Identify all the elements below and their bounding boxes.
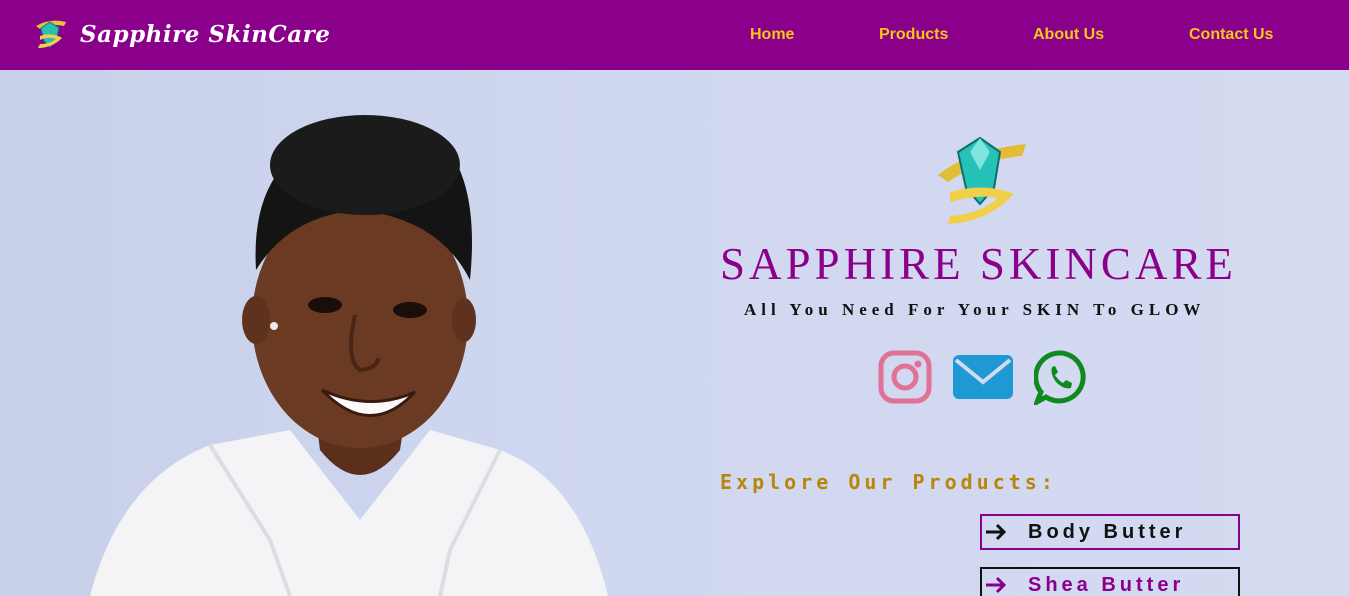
mail-icon[interactable]: [952, 354, 1014, 400]
sapphire-gem-ribbon-icon: [36, 20, 66, 48]
arrow-right-icon: [986, 576, 1007, 594]
explore-products-label: Explore Our Products:: [720, 470, 1057, 494]
body-butter-button[interactable]: Body Butter: [980, 514, 1240, 550]
whatsapp-icon[interactable]: [1034, 350, 1089, 405]
shea-butter-button[interactable]: Shea Butter: [980, 567, 1240, 596]
brand[interactable]: Sapphire SkinCare: [30, 14, 330, 54]
nav-contact-us-link[interactable]: Contact Us: [1189, 26, 1273, 44]
instagram-icon[interactable]: [878, 350, 932, 404]
brand-name: Sapphire SkinCare: [80, 20, 331, 48]
body-butter-label: Body Butter: [1028, 520, 1187, 543]
nav-products-link[interactable]: Products: [879, 26, 948, 44]
arrow-right-icon: [986, 523, 1007, 541]
hero-title: SAPPHIRE SKINCARE: [720, 239, 1237, 289]
shea-butter-label: Shea Butter: [1028, 573, 1185, 596]
nav-home-link[interactable]: Home: [750, 26, 794, 44]
hero-portrait-image: [90, 115, 608, 596]
nav-about-us-link[interactable]: About Us: [1033, 26, 1104, 44]
hero-tagline: All You Need For Your SKIN To GLOW: [744, 300, 1206, 319]
navbar: Sapphire SkinCare Home Products About Us…: [0, 0, 1349, 70]
sapphire-gem-ribbon-icon: [938, 136, 1026, 224]
